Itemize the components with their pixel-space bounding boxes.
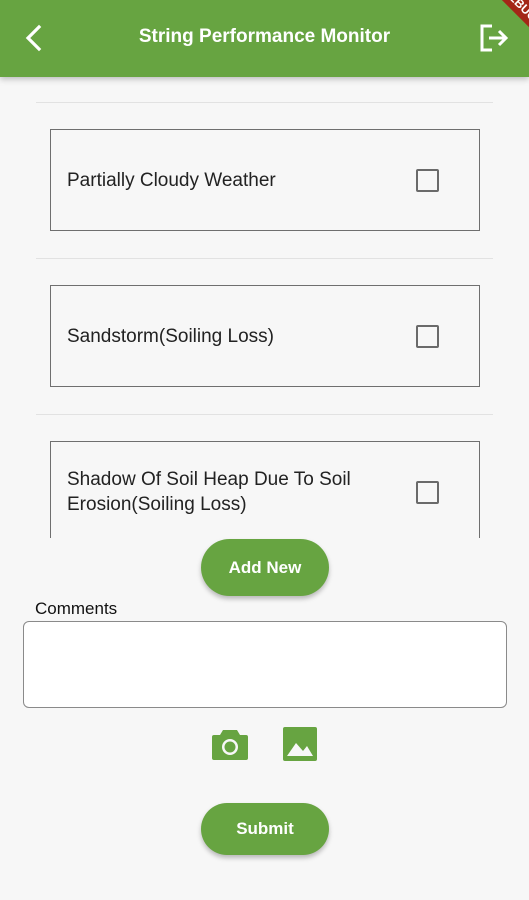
issue-label: Sandstorm(Soiling Loss) [67,325,274,347]
issue-card-soil-heap-shadow[interactable]: Shadow Of Soil Heap Due To Soil Erosion(… [50,441,480,538]
logout-button[interactable] [474,18,514,58]
comments-input[interactable] [23,621,507,708]
issue-checkbox[interactable] [416,324,439,348]
issue-label: Partially Cloudy Weather [67,169,276,191]
issue-card-sandstorm[interactable]: Sandstorm(Soiling Loss) [50,285,480,387]
comments-label: Comments [35,599,118,618]
camera-icon [212,730,248,760]
issue-checkbox[interactable] [416,480,439,504]
app-bar: String Performance Monitor [0,0,529,77]
issue-checkbox[interactable] [416,168,439,192]
add-new-button[interactable]: Add New [201,539,329,596]
issue-list[interactable]: Partially Cloudy Weather Sandstorm(Soili… [0,77,529,538]
divider [36,102,493,103]
issue-card-partially-cloudy[interactable]: Partially Cloudy Weather [50,129,480,231]
camera-button[interactable] [210,724,250,764]
issue-label: Shadow Of Soil Heap Due To Soil Erosion(… [67,469,351,515]
image-icon [283,727,317,761]
logout-icon [480,24,509,52]
submit-button[interactable]: Submit [201,803,329,855]
divider [36,258,493,259]
gallery-button[interactable] [280,724,320,764]
divider [36,414,493,415]
page-title: String Performance Monitor [138,26,391,47]
